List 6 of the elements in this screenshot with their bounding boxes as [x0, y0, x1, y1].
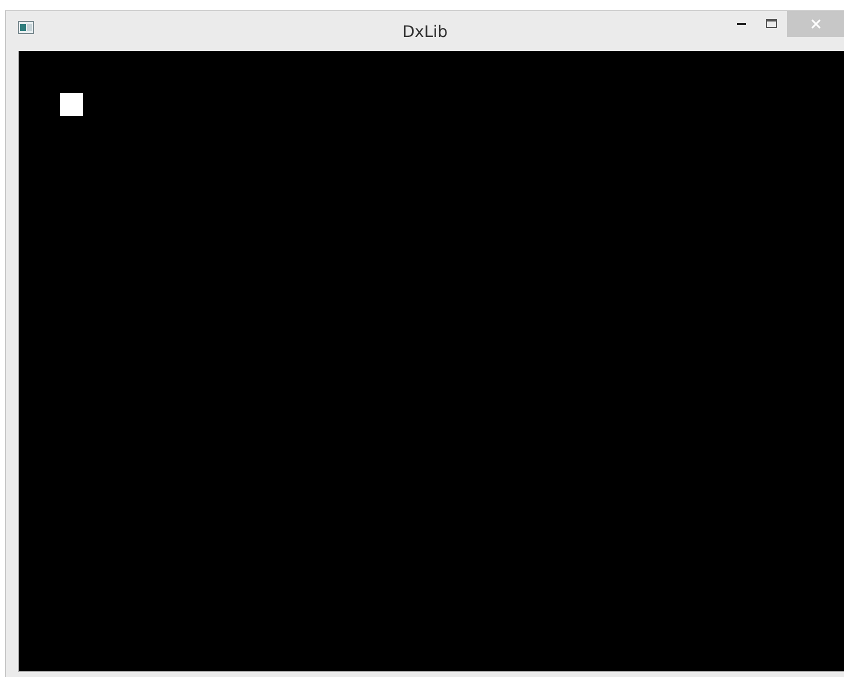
window-title: DxLib: [402, 22, 448, 41]
close-icon: [810, 19, 820, 29]
app-icon: [18, 21, 34, 34]
maximize-icon: [766, 19, 778, 29]
player-square: [60, 93, 83, 116]
minimize-icon: [737, 22, 747, 26]
